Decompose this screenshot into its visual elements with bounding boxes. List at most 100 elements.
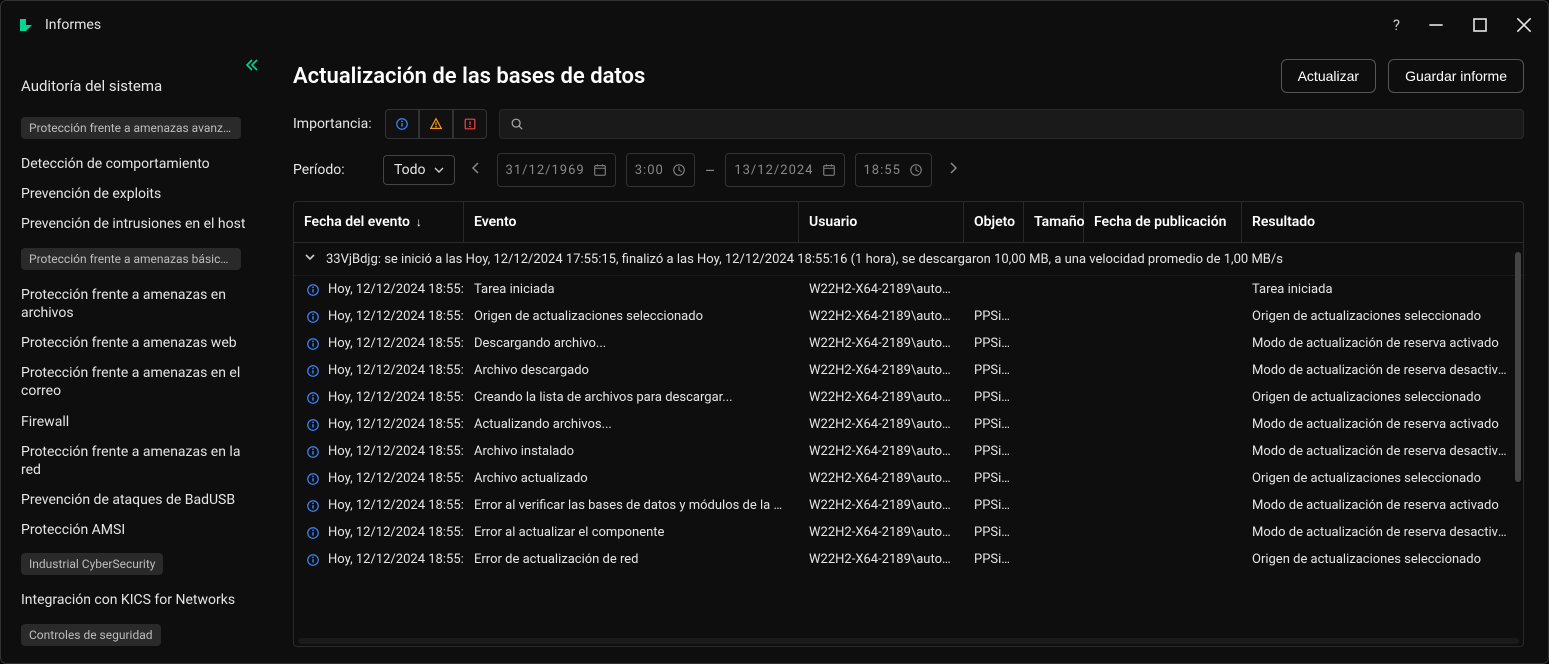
sidebar-item[interactable]: Protección AMSI (21, 515, 257, 545)
col-header-result[interactable]: Resultado (1242, 202, 1523, 242)
cell-size (1024, 446, 1084, 458)
info-icon (306, 364, 320, 378)
table-row[interactable]: Hoy, 12/12/2024 18:55:15Origen de actual… (294, 303, 1523, 330)
vertical-scrollbar[interactable] (1515, 252, 1521, 647)
period-prev-button[interactable] (465, 162, 487, 178)
table-row[interactable]: Hoy, 12/12/2024 18:55:15Error de actuali… (294, 546, 1523, 573)
sidebar-item[interactable]: Integración con KICS for Networks (21, 585, 257, 615)
severity-warning-button[interactable] (419, 109, 453, 139)
cell-event: Archivo actualizado (464, 465, 799, 492)
period-next-button[interactable] (942, 162, 964, 178)
sidebar-item[interactable]: Prevención de ataques de BadUSB (21, 485, 257, 515)
cell-date: Hoy, 12/12/2024 18:55:15 (294, 465, 464, 492)
minimize-button[interactable] (1428, 17, 1444, 33)
sidebar-item[interactable]: Protección frente a amenazas en el corre… (21, 358, 257, 406)
sidebar-category: Protección frente a amenazas avanza... (21, 117, 241, 139)
cell-pub (1084, 365, 1242, 377)
cell-size (1024, 311, 1084, 323)
date-from-field[interactable]: 31/12/1969 (497, 153, 616, 187)
titlebar-title: Informes (45, 17, 101, 33)
importance-label: Importancia: (293, 116, 373, 132)
period-label: Período: (293, 162, 373, 178)
severity-critical-button[interactable] (453, 109, 487, 139)
table-row[interactable]: Hoy, 12/12/2024 18:55:15Creando la lista… (294, 384, 1523, 411)
col-header-object[interactable]: Objeto (964, 202, 1024, 242)
cell-object: PPSiKEdq (964, 438, 1024, 465)
scrollbar-thumb[interactable] (1515, 252, 1521, 482)
col-header-pub[interactable]: Fecha de publicación (1084, 202, 1242, 242)
info-icon (306, 526, 320, 540)
sidebar-item[interactable]: Protección frente a amenazas en la red (21, 437, 257, 485)
cell-user: W22H2-X64-2189\autotester (799, 438, 964, 465)
table-row[interactable]: Hoy, 12/12/2024 18:55:15Error al actuali… (294, 519, 1523, 546)
app-logo-icon (17, 16, 35, 34)
cell-event: Error al verificar las bases de datos y … (464, 492, 799, 519)
cell-object (964, 284, 1024, 296)
cell-object: PPSiKEdq (964, 330, 1024, 357)
clock-icon (672, 163, 686, 177)
cell-user: W22H2-X64-2189\autotester (799, 492, 964, 519)
table-row[interactable]: Hoy, 12/12/2024 18:55:15Tarea iniciadaW2… (294, 276, 1523, 303)
help-button[interactable]: ? (1393, 16, 1400, 34)
cell-object: PPSiKEdq (964, 303, 1024, 330)
table-row[interactable]: Hoy, 12/12/2024 18:55:15Archivo instalad… (294, 438, 1523, 465)
table-row[interactable]: Hoy, 12/12/2024 18:55:15Archivo descarga… (294, 357, 1523, 384)
time-to-field[interactable]: 18:55 (855, 153, 932, 187)
table-header: Fecha del evento↓ Evento Usuario Objeto … (294, 202, 1523, 243)
cell-object: PPSiKEdq (964, 384, 1024, 411)
sidebar-item[interactable]: Protección frente a amenazas web (21, 328, 257, 358)
cell-pub (1084, 500, 1242, 512)
save-report-button[interactable]: Guardar informe (1388, 59, 1524, 93)
sidebar: Auditoría del sistema Protección frente … (1, 49, 269, 663)
range-dash: – (705, 161, 716, 180)
cell-pub (1084, 284, 1242, 296)
table-row[interactable]: Hoy, 12/12/2024 18:55:15Archivo actualiz… (294, 465, 1523, 492)
sidebar-collapse-button[interactable] (243, 57, 259, 77)
table-row[interactable]: Hoy, 12/12/2024 18:55:15Actualizando arc… (294, 411, 1523, 438)
calendar-icon (593, 163, 607, 177)
sidebar-item[interactable]: Detección de comportamiento (21, 149, 257, 179)
cell-date: Hoy, 12/12/2024 18:55:15 (294, 411, 464, 438)
calendar-icon (822, 163, 836, 177)
cell-pub (1084, 311, 1242, 323)
cell-user: W22H2-X64-2189\autotester (799, 465, 964, 492)
update-button[interactable]: Actualizar (1281, 59, 1376, 93)
table-row[interactable]: Hoy, 12/12/2024 18:55:15Descargando arch… (294, 330, 1523, 357)
col-header-event[interactable]: Evento (464, 202, 799, 242)
search-input[interactable] (532, 117, 1513, 132)
group-summary-row[interactable]: 33VjBdjg: se inició a las Hoy, 12/12/202… (294, 243, 1523, 276)
cell-date: Hoy, 12/12/2024 18:55:15 (294, 384, 464, 411)
info-icon (306, 499, 320, 513)
table-body: Hoy, 12/12/2024 18:55:15 Tarea iniciada W2… (294, 276, 1523, 636)
date-to-field[interactable]: 13/12/2024 (725, 153, 844, 187)
cell-pub (1084, 419, 1242, 431)
sidebar-item[interactable]: Firewall (21, 407, 257, 437)
severity-info-button[interactable] (385, 109, 419, 139)
table-row[interactable]: Hoy, 12/12/2024 18:55:15Error al verific… (294, 492, 1523, 519)
col-header-date[interactable]: Fecha del evento↓ (294, 202, 464, 242)
date-to-value: 13/12/2024 (734, 163, 813, 178)
cell-result: Origen de actualizaciones seleccionado (1242, 384, 1523, 411)
horizontal-scrollbar[interactable] (298, 638, 1519, 644)
group-toggle-icon[interactable] (304, 251, 316, 267)
col-header-user[interactable]: Usuario (799, 202, 964, 242)
time-from-field[interactable]: 3:00 (626, 153, 695, 187)
period-select[interactable]: Todo (383, 155, 455, 185)
cell-event: Descargando archivo... (464, 330, 799, 357)
info-icon (306, 472, 320, 486)
close-button[interactable] (1516, 17, 1532, 33)
cell-result: Tarea iniciada (1242, 276, 1523, 303)
sidebar-item[interactable]: Protección frente a amenazas en archivos (21, 280, 257, 328)
sidebar-item[interactable]: Prevención de intrusiones en el host (21, 209, 257, 239)
sidebar-heading[interactable]: Auditoría del sistema (21, 77, 257, 95)
search-box[interactable] (499, 109, 1524, 139)
sidebar-item[interactable]: Prevención de exploits (21, 179, 257, 209)
cell-user: W22H2-X64-2189\autotester (799, 519, 964, 546)
maximize-button[interactable] (1472, 17, 1488, 33)
cell-object: PPSiKEdq (964, 357, 1024, 384)
col-header-size[interactable]: Tamaño (1024, 202, 1084, 242)
cell-result: Origen de actualizaciones seleccionado (1242, 303, 1523, 330)
time-from-value: 3:00 (635, 163, 664, 178)
page-title: Actualización de las bases de datos (293, 64, 645, 89)
cell-size (1024, 473, 1084, 485)
